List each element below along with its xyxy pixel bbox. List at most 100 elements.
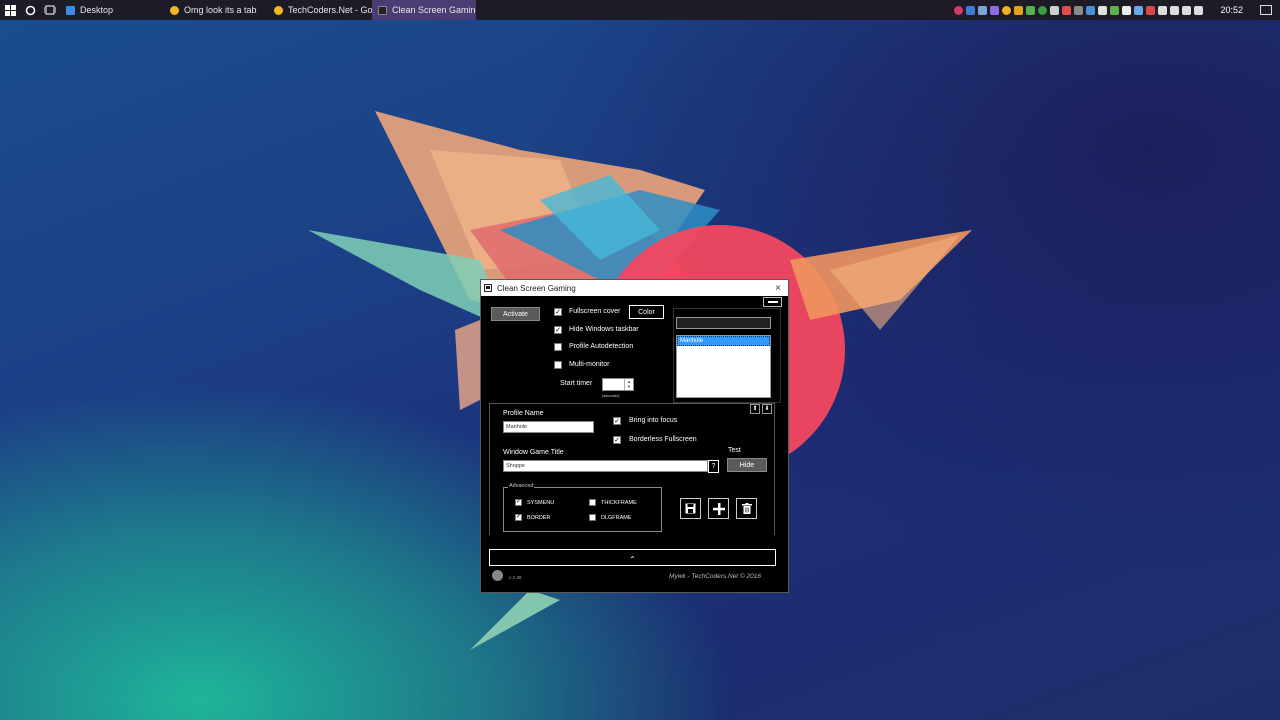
start-timer-label: Start timer (560, 380, 593, 387)
delete-button[interactable] (736, 498, 757, 519)
title-bar[interactable]: Clean Screen Gaming × (481, 280, 788, 296)
chrome-icon (170, 5, 179, 15)
sysmenu-checkbox[interactable]: ✓ (515, 499, 522, 506)
tray-icon[interactable] (1110, 5, 1120, 15)
border-checkbox[interactable]: ✓ (515, 514, 522, 521)
tray-icon[interactable] (1062, 5, 1072, 15)
move-down-button[interactable]: ⬇ (762, 404, 772, 414)
profile-search-input[interactable] (676, 317, 771, 329)
battery-icon[interactable] (1170, 5, 1180, 15)
profile-name-label: Profile Name (503, 410, 544, 417)
tray-icon[interactable] (954, 5, 964, 15)
dlgframe-label: DLGFRAME (601, 515, 632, 521)
profile-list[interactable]: Manhole (676, 335, 771, 398)
hide-button[interactable]: Hide (727, 458, 767, 472)
task-label: Omg look its a tab (184, 5, 257, 15)
task-view-icon (44, 5, 56, 15)
tray-icon[interactable] (1122, 5, 1132, 15)
tray-icon[interactable] (978, 5, 988, 15)
minus-icon (767, 301, 778, 303)
collapse-right-button[interactable] (763, 297, 782, 307)
circle-icon (25, 5, 35, 15)
spin-arrows-icon[interactable]: ▲ ▼ (624, 379, 633, 390)
window-title: Clean Screen Gaming (497, 283, 576, 293)
advanced-group (503, 487, 662, 532)
notification-icon[interactable] (1260, 5, 1272, 15)
chrome-icon (274, 5, 283, 15)
fullscreen-cover-label: Fullscreen cover (569, 308, 621, 315)
window-game-title-label: Window Game Title (503, 449, 564, 456)
color-button[interactable]: Color (629, 305, 664, 319)
start-timer-stepper[interactable]: ▲ ▼ (602, 378, 634, 391)
desktop-icon (66, 5, 75, 15)
tray-icon[interactable] (1074, 5, 1084, 15)
close-button[interactable]: × (768, 283, 788, 294)
dlgframe-checkbox[interactable] (589, 514, 596, 521)
fullscreen-cover-checkbox[interactable]: ✓ (554, 308, 562, 316)
tray-icon[interactable] (1086, 5, 1096, 15)
trash-icon (741, 503, 752, 514)
chevron-up-icon: ⌃ (629, 555, 636, 564)
activate-button[interactable]: Activate (491, 307, 540, 321)
taskbar-task-clean-screen-gaming[interactable]: Clean Screen Gaming (372, 0, 476, 20)
profile-name-input[interactable]: Manhole (503, 421, 594, 433)
move-up-button[interactable]: ⬆ (750, 404, 760, 414)
task-view-button[interactable] (40, 0, 60, 20)
app-window: Clean Screen Gaming × Activate ✓ Fullscr… (480, 279, 789, 593)
window-game-title-input[interactable]: Shoppe (503, 460, 708, 472)
credit-link[interactable]: Mywk - TechCoders.Net © 2016 (669, 573, 761, 580)
globe-icon[interactable] (492, 570, 503, 581)
profile-autodetection-checkbox[interactable] (554, 343, 562, 351)
system-tray: 20:52 (954, 0, 1280, 20)
volume-icon[interactable] (1194, 5, 1204, 15)
advanced-label: Advanced (508, 483, 535, 489)
taskbar-task-desktop[interactable]: Desktop (60, 0, 164, 20)
version-label: v 2.36 (509, 575, 522, 580)
help-button[interactable]: ? (708, 460, 719, 473)
thickframe-label: THICKFRAME (601, 500, 637, 506)
sysmenu-label: SYSMENU (527, 500, 555, 506)
taskbar-task-tab[interactable]: Omg look its a tab (164, 0, 268, 20)
test-label: Test (728, 447, 741, 454)
discord-icon[interactable] (990, 5, 1000, 15)
save-button[interactable] (680, 498, 701, 519)
network-icon[interactable] (1182, 5, 1192, 15)
multi-monitor-checkbox[interactable] (554, 361, 562, 369)
border-label: BORDER (527, 515, 551, 521)
add-button[interactable] (708, 498, 729, 519)
borderless-fullscreen-label: Borderless Fullscreen (629, 436, 697, 443)
clock[interactable]: 20:52 (1220, 5, 1243, 15)
borderless-fullscreen-checkbox[interactable]: ✓ (613, 436, 621, 444)
thickframe-checkbox[interactable] (589, 499, 596, 506)
profile-autodetection-label: Profile Autodetection (569, 343, 634, 350)
collapse-bottom-button[interactable]: ⌃ (489, 549, 776, 566)
multi-monitor-label: Multi-monitor (569, 361, 610, 368)
cortana-button[interactable] (20, 0, 40, 20)
tray-icon[interactable] (1146, 5, 1156, 15)
tray-icon[interactable] (1134, 5, 1144, 15)
tray-icon[interactable] (1014, 5, 1024, 15)
list-item[interactable]: Manhole (677, 336, 770, 346)
tray-icon[interactable] (1158, 5, 1168, 15)
tray-icon[interactable] (1050, 5, 1060, 15)
save-icon (685, 503, 696, 514)
plus-icon (712, 502, 725, 515)
bring-into-focus-checkbox[interactable]: ✓ (613, 417, 621, 425)
tray-icon[interactable] (1038, 5, 1048, 15)
tray-icon[interactable] (1002, 5, 1012, 15)
tray-icon[interactable] (1098, 5, 1108, 15)
app-icon (378, 5, 387, 15)
start-button[interactable] (0, 0, 20, 20)
hide-taskbar-label: Hide Windows taskbar (569, 326, 639, 333)
windows-icon (4, 4, 16, 16)
taskbar: Desktop Omg look its a tab TechCoders.Ne… (0, 0, 1280, 20)
task-label: Clean Screen Gaming (392, 5, 476, 15)
tray-icon[interactable] (1026, 5, 1036, 15)
tray-icon[interactable] (966, 5, 976, 15)
task-label: TechCoders.Net - Go... (288, 5, 372, 15)
app-icon (484, 284, 492, 292)
task-label: Desktop (80, 5, 114, 15)
hide-taskbar-checkbox[interactable]: ✓ (554, 326, 562, 334)
seconds-label: (seconds) (602, 393, 620, 398)
taskbar-task-techcoders[interactable]: TechCoders.Net - Go... (268, 0, 372, 20)
